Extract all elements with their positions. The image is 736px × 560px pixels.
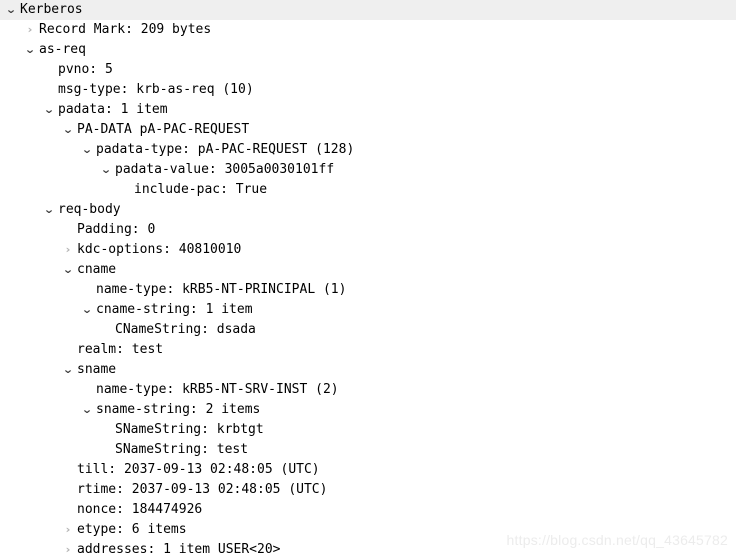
tree-row-label: nonce: 184474926 — [77, 502, 203, 517]
tree-row[interactable]: ⌄ cname-string: 1 item — [0, 300, 736, 320]
tree-row-label: sname — [77, 362, 117, 377]
tree-row-label: CNameString: dsada — [115, 322, 256, 337]
tree-row[interactable]: name-type: kRB5-NT-SRV-INST (2) — [0, 380, 736, 400]
tree-row[interactable]: rtime: 2037-09-13 02:48:05 (UTC) — [0, 480, 736, 500]
chevron-down-icon[interactable]: ⌄ — [59, 120, 77, 140]
tree-row[interactable]: ⌄ Kerberos — [0, 0, 736, 20]
tree-row-label: req-body — [58, 202, 121, 217]
tree-row-label: addresses: 1 item USER<20> — [77, 542, 281, 557]
chevron-down-icon[interactable]: ⌄ — [59, 360, 77, 380]
chevron-down-icon[interactable]: ⌄ — [40, 100, 58, 120]
tree-row[interactable]: SNameString: test — [0, 440, 736, 460]
chevron-down-icon[interactable]: ⌄ — [2, 0, 20, 20]
chevron-right-icon[interactable]: › — [61, 540, 76, 560]
tree-row[interactable]: ⌄ padata-value: 3005a0030101ff — [0, 160, 736, 180]
tree-row-label: rtime: 2037-09-13 02:48:05 (UTC) — [77, 482, 328, 497]
tree-row-label: padata-value: 3005a0030101ff — [115, 162, 335, 177]
tree-row[interactable]: realm: test — [0, 340, 736, 360]
tree-row[interactable]: ⌄ sname — [0, 360, 736, 380]
tree-row[interactable]: ⌄ sname-string: 2 items — [0, 400, 736, 420]
tree-row[interactable]: ⌄ cname — [0, 260, 736, 280]
chevron-down-icon[interactable]: ⌄ — [21, 40, 39, 60]
tree-row-label: name-type: kRB5-NT-PRINCIPAL (1) — [96, 282, 347, 297]
tree-row[interactable]: ⌄ as-req — [0, 40, 736, 60]
chevron-down-icon[interactable]: ⌄ — [78, 400, 96, 420]
tree-row[interactable]: CNameString: dsada — [0, 320, 736, 340]
tree-row-label: cname-string: 1 item — [96, 302, 253, 317]
tree-row-label: sname-string: 2 items — [96, 402, 261, 417]
chevron-down-icon[interactable]: ⌄ — [78, 300, 96, 320]
tree-row-label: as-req — [39, 42, 86, 57]
tree-row-label: padata-type: pA-PAC-REQUEST (128) — [96, 142, 355, 157]
tree-row[interactable]: SNameString: krbtgt — [0, 420, 736, 440]
tree-row-label: name-type: kRB5-NT-SRV-INST (2) — [96, 382, 339, 397]
tree-row-label: realm: test — [77, 342, 164, 357]
chevron-down-icon[interactable]: ⌄ — [59, 260, 77, 280]
tree-row-label: Kerberos — [20, 2, 83, 17]
tree-row-label: Padding: 0 — [77, 222, 156, 237]
chevron-right-icon[interactable]: › — [23, 20, 38, 40]
tree-row-label: till: 2037-09-13 02:48:05 (UTC) — [77, 462, 320, 477]
tree-row-label: padata: 1 item — [58, 102, 168, 117]
tree-row[interactable]: nonce: 184474926 — [0, 500, 736, 520]
tree-row-label: PA-DATA pA-PAC-REQUEST — [77, 122, 250, 137]
tree-row[interactable]: msg-type: krb-as-req (10) — [0, 80, 736, 100]
tree-row[interactable]: ⌄ padata-type: pA-PAC-REQUEST (128) — [0, 140, 736, 160]
tree-row-label: etype: 6 items — [77, 522, 187, 537]
tree-row[interactable]: ⌄ PA-DATA pA-PAC-REQUEST — [0, 120, 736, 140]
tree-row[interactable]: include-pac: True — [0, 180, 736, 200]
chevron-down-icon[interactable]: ⌄ — [97, 160, 115, 180]
tree-row[interactable]: name-type: kRB5-NT-PRINCIPAL (1) — [0, 280, 736, 300]
tree-row-label: cname — [77, 262, 117, 277]
chevron-down-icon[interactable]: ⌄ — [78, 140, 96, 160]
watermark-text: https://blog.csdn.net/qq_43645782 — [506, 532, 728, 548]
chevron-right-icon[interactable]: › — [61, 520, 76, 540]
tree-row-label: pvno: 5 — [58, 62, 113, 77]
tree-row[interactable]: ⌄ req-body — [0, 200, 736, 220]
tree-row[interactable]: pvno: 5 — [0, 60, 736, 80]
tree-row-label: msg-type: krb-as-req (10) — [58, 82, 254, 97]
tree-row[interactable]: › kdc-options: 40810010 — [0, 240, 736, 260]
tree-row[interactable]: › Record Mark: 209 bytes — [0, 20, 736, 40]
tree-row[interactable]: Padding: 0 — [0, 220, 736, 240]
tree-row-label: include-pac: True — [134, 182, 268, 197]
tree-row-label: SNameString: krbtgt — [115, 422, 264, 437]
tree-row-label: kdc-options: 40810010 — [77, 242, 242, 257]
tree-row[interactable]: till: 2037-09-13 02:48:05 (UTC) — [0, 460, 736, 480]
packet-detail-tree[interactable]: ⌄ Kerberos › Record Mark: 209 bytes ⌄ as-req p… — [0, 0, 736, 560]
chevron-right-icon[interactable]: › — [61, 240, 76, 260]
tree-row[interactable]: ⌄ padata: 1 item — [0, 100, 736, 120]
chevron-down-icon[interactable]: ⌄ — [40, 200, 58, 220]
tree-row-label: SNameString: test — [115, 442, 249, 457]
tree-row-label: Record Mark: 209 bytes — [39, 22, 212, 37]
